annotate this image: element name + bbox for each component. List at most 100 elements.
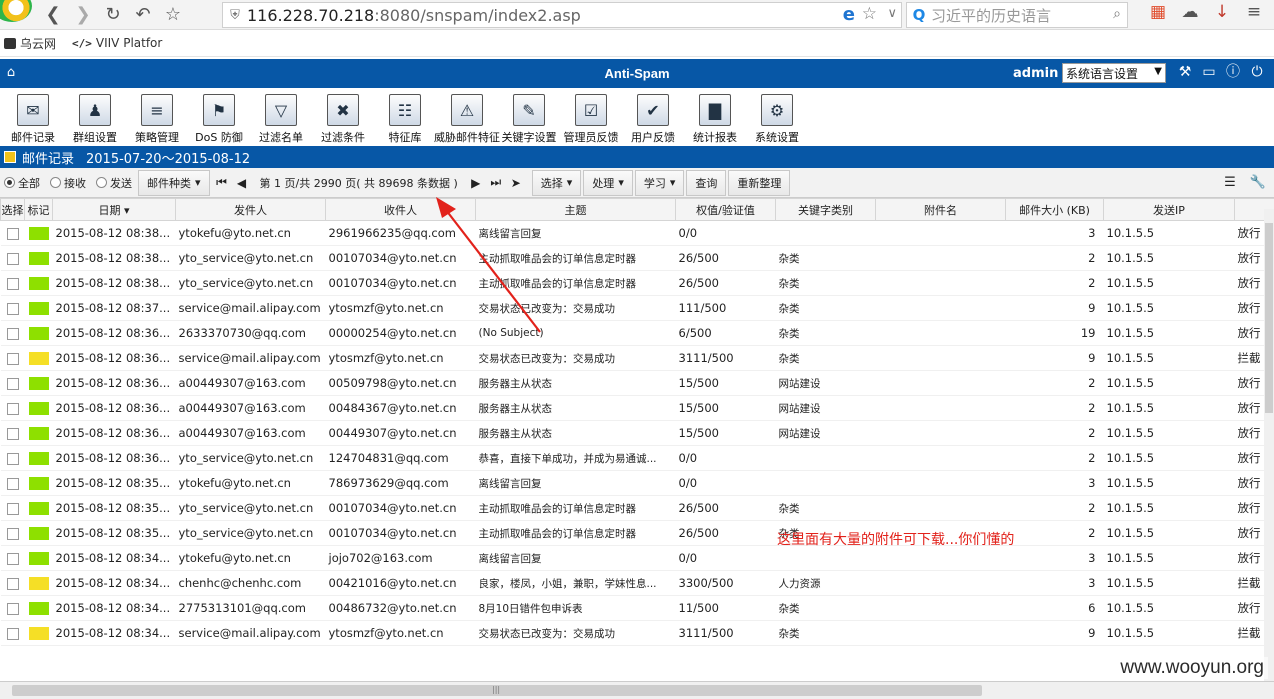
column-header[interactable]: 收件人 [325, 198, 476, 221]
horizontal-scrollbar[interactable]: ||| [0, 681, 1274, 699]
pointer-icon[interactable]: ➤ [506, 176, 526, 190]
column-header[interactable]: 权值/验证值 [675, 198, 776, 221]
learn-button[interactable]: 学习 ▾ [634, 169, 685, 196]
reorganize-button[interactable]: 重新整理 [728, 169, 791, 196]
mail-type-button[interactable]: 邮件种类 ▾ [138, 169, 210, 196]
power-icon[interactable]: ⏻ [1248, 63, 1266, 81]
table-row[interactable]: 2015-08-12 08:36... a00449307@163.com 0044… [0, 420, 1274, 446]
bookmark-viiv[interactable]: </> VIIV Platfor [72, 36, 162, 50]
process-button[interactable]: 处理 ▾ [583, 169, 633, 196]
menu-icon[interactable]: ≡ [1244, 2, 1264, 22]
table-row[interactable]: 2015-08-12 08:36... a00449307@163.com 0048… [0, 395, 1274, 421]
column-settings-icon[interactable]: ☰ [1224, 175, 1236, 190]
tools-icon[interactable]: ⚒ [1176, 63, 1194, 81]
table-row[interactable]: 2015-08-12 08:38... yto_service@yto.net.c… [0, 245, 1274, 271]
column-header[interactable]: 关键字类别 [775, 198, 876, 221]
table-row[interactable]: 2015-08-12 08:36... yto_service@yto.net.c… [0, 445, 1274, 471]
table-row[interactable]: 2015-08-12 08:37... service@mail.alipay.c… [0, 295, 1274, 321]
column-header[interactable]: 发送IP [1103, 198, 1235, 221]
browser-search-box[interactable]: Q 习近平的历史语言 ⌕ [906, 2, 1128, 28]
column-header[interactable]: 附件名 [875, 198, 1006, 221]
row-checkbox[interactable] [6, 402, 19, 415]
row-checkbox[interactable] [6, 602, 19, 615]
table-row[interactable]: 2015-08-12 08:36... 2633370730@qq.com 0000… [0, 320, 1274, 346]
search-icon[interactable]: ⌕ [1113, 6, 1121, 22]
table-row[interactable]: 2015-08-12 08:34... chenhc@chenhc.com 0042… [0, 570, 1274, 596]
column-header[interactable]: 选择 [0, 198, 25, 221]
undo-icon[interactable]: ↶ [128, 0, 158, 30]
toolbar-item[interactable]: ✔ 用户反馈 [622, 88, 684, 145]
first-page-icon[interactable]: ⏮ [212, 175, 232, 190]
row-checkbox[interactable] [6, 227, 19, 240]
column-header[interactable]: 日期 ▾ [52, 198, 176, 221]
table-row[interactable]: 2015-08-12 08:35... yto_service@yto.net.c… [0, 495, 1274, 521]
row-checkbox[interactable] [6, 277, 19, 290]
table-row[interactable]: 2015-08-12 08:36... service@mail.alipay.c… [0, 345, 1274, 371]
favorite-icon[interactable]: ☆ [862, 4, 877, 24]
radio-receive[interactable]: 接收 [50, 175, 86, 191]
row-checkbox[interactable] [6, 352, 19, 365]
radio-dot[interactable] [50, 177, 61, 188]
row-checkbox[interactable] [6, 577, 19, 590]
radio-dot[interactable] [96, 177, 107, 188]
row-checkbox[interactable] [6, 327, 19, 340]
forward-icon[interactable]: ❯ [68, 0, 98, 30]
toolbar-item[interactable]: ≡ 策略管理 [126, 88, 188, 145]
radio-send[interactable]: 发送 [96, 175, 132, 191]
sort-desc-icon[interactable]: ▾ [120, 204, 130, 217]
toolbar-item[interactable]: ⚙ 系统设置 [746, 88, 808, 145]
ie-mode-icon[interactable]: e [843, 4, 855, 25]
download-icon[interactable]: ↓ [1212, 2, 1232, 22]
address-bar[interactable]: ⛨ 116.228.70.218:8080/snspam/index2.asp … [222, 2, 902, 28]
info-icon[interactable]: ⓘ [1224, 63, 1242, 81]
url-dropdown-icon[interactable]: ∨ [887, 6, 897, 21]
row-checkbox[interactable] [6, 627, 19, 640]
cloud-icon[interactable]: ☁ [1180, 2, 1200, 22]
toolbar-item[interactable]: ☷ 特征库 [374, 88, 436, 145]
bookmark-star-icon[interactable]: ☆ [158, 0, 188, 30]
toolbar-item[interactable]: ✖ 过滤条件 [312, 88, 374, 145]
column-header[interactable]: 发件人 [175, 198, 326, 221]
refresh-icon[interactable]: ↻ [98, 0, 128, 30]
table-row[interactable]: 2015-08-12 08:35... ytokefu@yto.net.cn 786… [0, 470, 1274, 496]
toolbar-item[interactable]: ▇ 统计报表 [684, 88, 746, 145]
row-checkbox[interactable] [6, 502, 19, 515]
radio-all[interactable]: 全部 [4, 175, 40, 191]
table-row[interactable]: 2015-08-12 08:38... yto_service@yto.net.c… [0, 270, 1274, 296]
monitor-icon[interactable]: ▭ [1200, 63, 1218, 81]
table-row[interactable]: 2015-08-12 08:36... a00449307@163.com 0050… [0, 370, 1274, 396]
toolbar-item[interactable]: ⚠ 威胁邮件特征 [434, 88, 500, 145]
language-select[interactable]: 系统语言设置 ▼ [1062, 63, 1166, 83]
column-header[interactable]: 主题 [475, 198, 676, 221]
table-row[interactable]: 2015-08-12 08:34...tselengyi@qq.com00486… [0, 645, 1274, 648]
table-row[interactable]: 2015-08-12 08:38... ytokefu@yto.net.cn 296… [0, 220, 1274, 246]
row-checkbox[interactable] [6, 452, 19, 465]
select-button[interactable]: 选择 ▾ [531, 169, 582, 196]
radio-dot[interactable] [4, 177, 15, 188]
row-checkbox[interactable] [6, 302, 19, 315]
toolbar-item[interactable]: ♟ 群组设置 [64, 88, 126, 145]
last-page-icon[interactable]: ⏭ [486, 175, 506, 190]
row-checkbox[interactable] [6, 377, 19, 390]
table-row[interactable]: 2015-08-12 08:34... 2775313101@qq.com 0048… [0, 595, 1274, 621]
row-checkbox[interactable] [6, 527, 19, 540]
vertical-scroll-thumb[interactable] [1265, 223, 1273, 413]
column-header[interactable]: 邮件大小 (KB) [1005, 198, 1104, 221]
table-row[interactable]: 2015-08-12 08:34... service@mail.alipay.c… [0, 620, 1274, 646]
back-icon[interactable]: ❮ [38, 0, 68, 30]
table-row[interactable]: 2015-08-12 08:35... yto_service@yto.net.c… [0, 520, 1274, 546]
vertical-scrollbar[interactable] [1264, 209, 1274, 681]
toolbar-item[interactable]: ⚑ DoS 防御 [188, 88, 250, 145]
row-checkbox[interactable] [6, 252, 19, 265]
bookmark-wooyun[interactable]: 乌云网 [4, 35, 56, 52]
table-row[interactable]: 2015-08-12 08:34... ytokefu@yto.net.cn joj… [0, 545, 1274, 571]
row-checkbox[interactable] [6, 552, 19, 565]
row-checkbox[interactable] [6, 477, 19, 490]
query-button[interactable]: 查询 [686, 169, 727, 196]
row-checkbox[interactable] [6, 427, 19, 440]
toolbar-item[interactable]: ▽ 过滤名单 [250, 88, 312, 145]
toolbar-item[interactable]: ✉ 邮件记录 [2, 88, 64, 145]
prev-page-icon[interactable]: ◀ [232, 176, 252, 190]
toolbar-item[interactable]: ☑ 管理员反馈 [560, 88, 622, 145]
toolbar-item[interactable]: ✎ 关键字设置 [498, 88, 560, 145]
